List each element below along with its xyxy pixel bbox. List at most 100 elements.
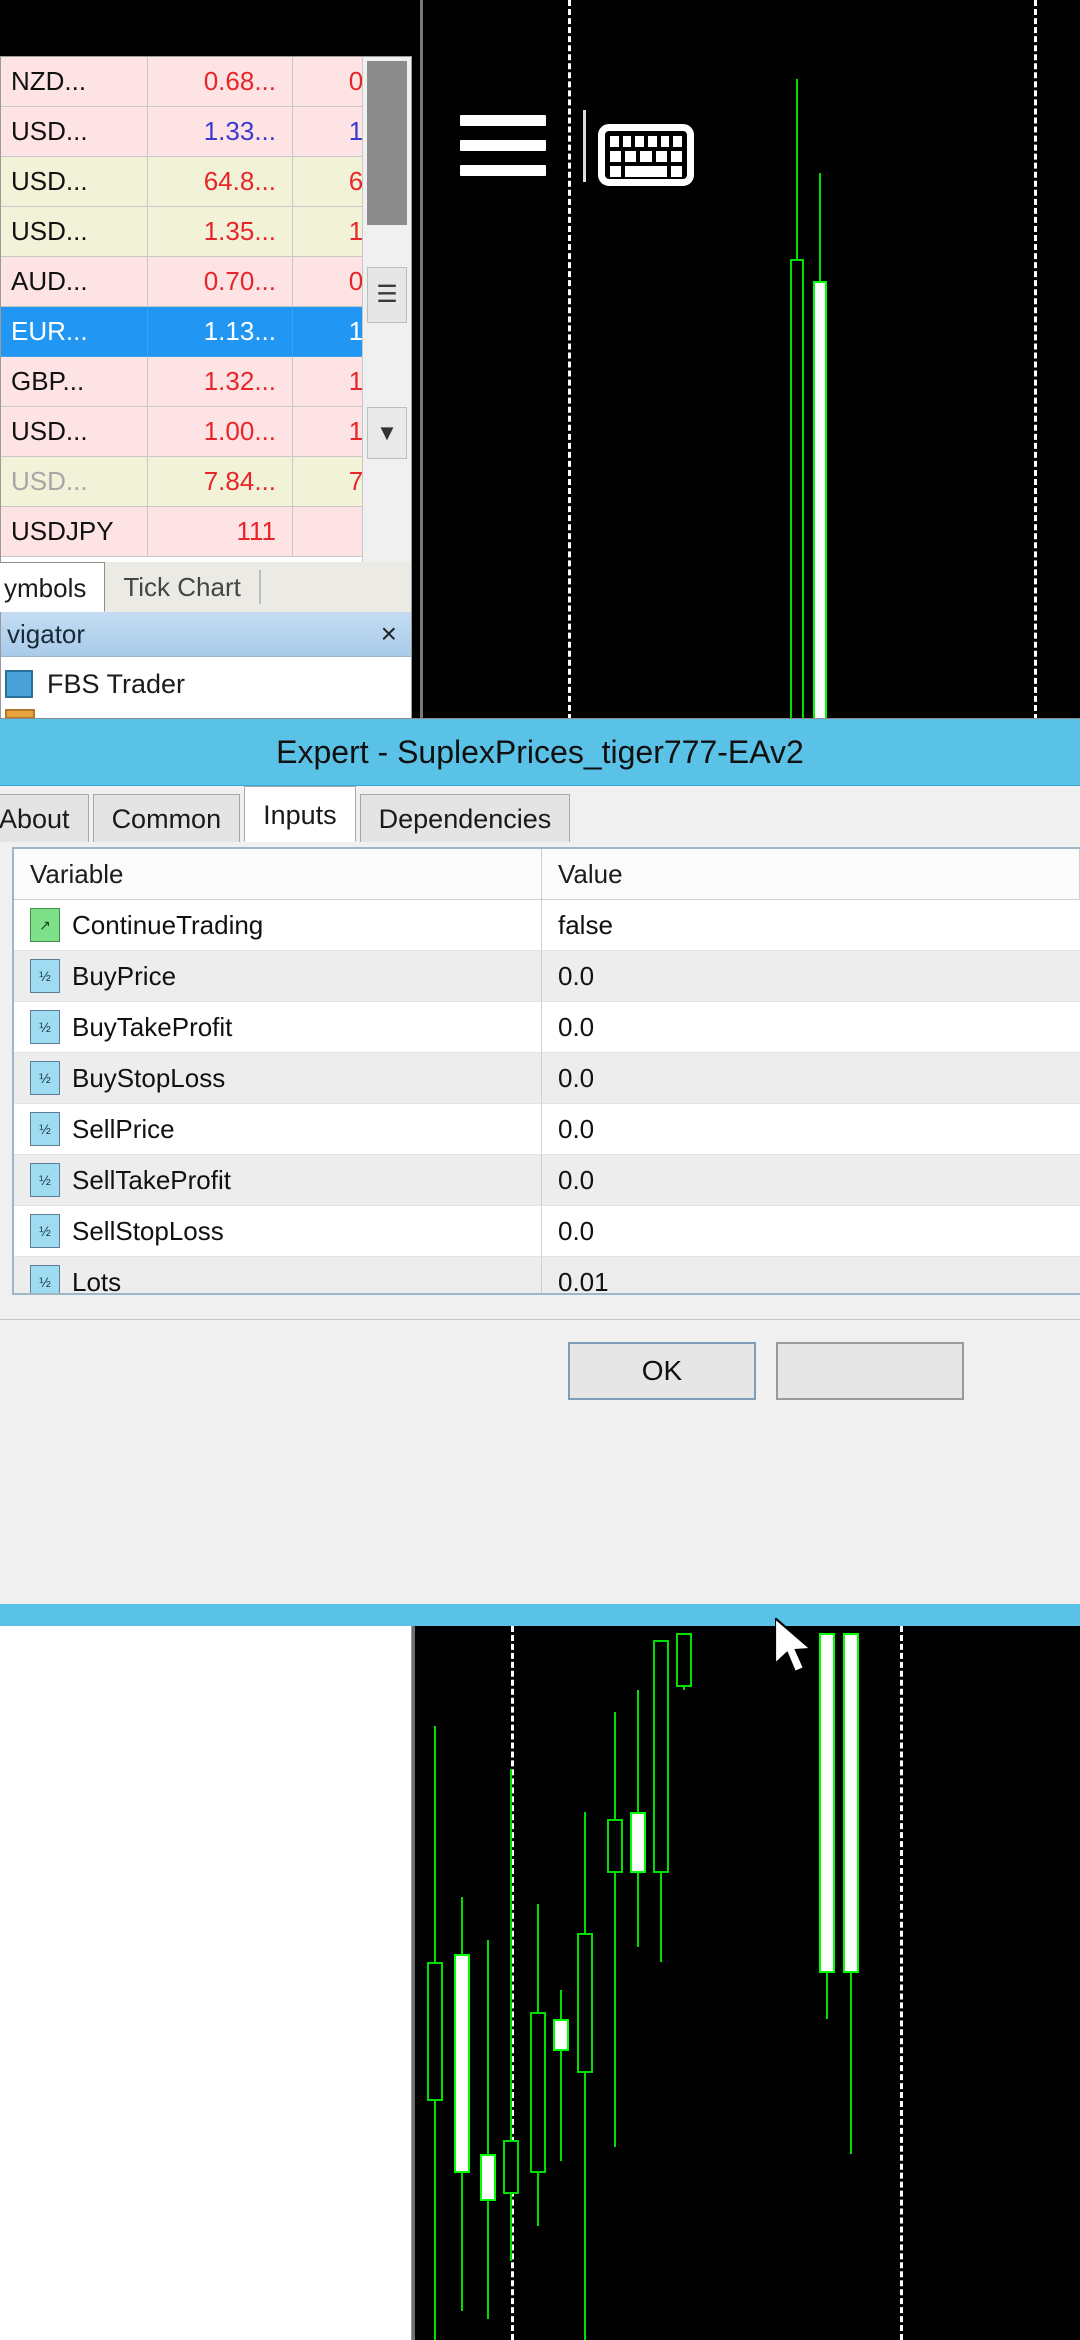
parameter-value-cell[interactable]: 0.0	[542, 1053, 1080, 1104]
table-row[interactable]: ½ Lots 0.01	[14, 1257, 1080, 1296]
navigator-panel[interactable]: vigator × FBS Trader	[0, 612, 412, 720]
candlestick	[577, 1626, 593, 2340]
candle-wick	[614, 1712, 616, 2148]
column-header-variable[interactable]: Variable	[14, 849, 542, 900]
parameter-name-cell: ½BuyPrice	[14, 951, 542, 1002]
parameter-value-cell[interactable]: 0.0	[542, 1104, 1080, 1155]
candlestick	[819, 1626, 835, 2340]
table-header-row: Variable Value	[14, 849, 1080, 900]
bottom-left-blank-panel	[0, 1626, 412, 2340]
chart-panel-bottom[interactable]	[412, 1626, 1080, 2340]
bid-cell: 7.84...	[148, 457, 293, 507]
candle-wick	[584, 1812, 586, 2340]
market-watch-row[interactable]: GBP...1.32...1.32...	[1, 357, 412, 407]
tab-tick-chart[interactable]: Tick Chart	[105, 562, 259, 612]
bid-cell: 111	[148, 507, 293, 557]
candlestick	[530, 1626, 546, 2340]
candlestick	[454, 1626, 470, 2340]
candle-body	[790, 259, 804, 724]
candle-body	[676, 1633, 692, 1687]
candlestick	[676, 1626, 692, 2340]
table-row[interactable]: ½SellStopLoss0.0	[14, 1206, 1080, 1257]
chevron-down-icon[interactable]: ▼	[367, 407, 407, 459]
tab-inputs[interactable]: Inputs	[244, 786, 356, 842]
symbol-cell: USD...	[1, 157, 148, 207]
parameter-name-cell: ↗ ContinueTrading	[14, 900, 542, 951]
candlestick	[480, 1626, 496, 2340]
candle-body	[454, 1954, 470, 2172]
candle-body	[607, 1819, 623, 1873]
market-watch-row[interactable]: NZD...0.68...0.68...	[1, 57, 412, 107]
bid-cell: 1.35...	[148, 207, 293, 257]
tab-separator	[259, 570, 261, 604]
market-watch-row[interactable]: EUR...1.13...1.13...	[1, 307, 412, 357]
parameter-name: SellPrice	[72, 1114, 175, 1145]
bottom-accent-bar	[0, 1604, 1080, 1626]
parameter-name-cell: ½SellTakeProfit	[14, 1155, 542, 1206]
candle-body	[530, 2012, 546, 2173]
candle-body	[480, 2154, 496, 2201]
inputs-parameter-box[interactable]: Variable Value ↗ContinueTradingfalse½Buy…	[12, 847, 1080, 1295]
market-watch-row[interactable]: USD...1.33...1.33...	[1, 107, 412, 157]
close-icon[interactable]: ×	[381, 618, 397, 650]
parameter-value-cell[interactable]: 0.0	[542, 1206, 1080, 1257]
parameter-value-cell[interactable]: 0.0	[542, 951, 1080, 1002]
market-watch-scrollbar[interactable]: ☰ ▼	[362, 57, 411, 567]
tab-symbols[interactable]: ymbols	[0, 562, 105, 612]
parameter-value-cell[interactable]: false	[542, 900, 1080, 951]
bid-cell: 1.00...	[148, 407, 293, 457]
candle-body	[813, 281, 827, 724]
ok-button[interactable]: OK	[568, 1342, 756, 1400]
navigator-item-label: FBS Trader	[47, 669, 185, 700]
market-watch-row[interactable]: USD...1.35...1.35...	[1, 207, 412, 257]
double-param-icon: ½	[30, 959, 60, 993]
market-watch-tabs[interactable]: ymbols Tick Chart	[0, 562, 412, 612]
market-watch-table: NZD...0.68...0.68...USD...1.33...1.33...…	[1, 57, 412, 557]
column-header-value[interactable]: Value	[542, 849, 1080, 900]
tab-common[interactable]: Common	[93, 794, 241, 842]
double-param-icon: ½	[30, 1163, 60, 1197]
parameter-name: ContinueTrading	[72, 910, 263, 941]
scrollbar-thumb[interactable]	[367, 61, 407, 225]
dialog-title-text: Expert - SuplexPrices_tiger777-EAv2	[276, 734, 804, 771]
chart-gridline	[900, 1626, 903, 2340]
market-watch-row[interactable]: USD...1.00...1.00...	[1, 407, 412, 457]
market-watch-panel[interactable]: NZD...0.68...0.68...USD...1.33...1.33...…	[0, 56, 412, 568]
candlestick	[503, 1626, 519, 2340]
table-row[interactable]: ½SellTakeProfit0.0	[14, 1155, 1080, 1206]
double-param-icon: ½	[30, 1010, 60, 1044]
dialog-tab-bar[interactable]: About Common Inputs Dependencies	[0, 786, 1080, 842]
candlestick	[653, 1626, 669, 2340]
navigator-item-fbs-trader[interactable]: FBS Trader	[1, 657, 411, 711]
double-param-icon: ½	[30, 1265, 60, 1295]
table-row[interactable]: ½ BuyTakeProfit 0.0	[14, 1002, 1080, 1053]
market-watch-row[interactable]: USD...7.84...7.84...	[1, 457, 412, 507]
symbol-cell: USDJPY	[1, 507, 148, 557]
market-watch-row[interactable]: USD...64.8...64.9...	[1, 157, 412, 207]
symbol-cell: EUR...	[1, 307, 148, 357]
market-watch-row[interactable]: USDJPY111111	[1, 507, 412, 557]
parameter-name: Lots	[72, 1267, 121, 1296]
table-row[interactable]: ↗ ContinueTrading false	[14, 900, 1080, 951]
bool-param-icon: ↗	[30, 908, 60, 942]
tab-dependencies[interactable]: Dependencies	[360, 794, 571, 842]
expert-properties-dialog[interactable]: Expert - SuplexPrices_tiger777-EAv2 Abou…	[0, 718, 1080, 1604]
double-param-icon: ½	[30, 1112, 60, 1146]
candle-body	[577, 1933, 593, 2073]
secondary-button[interactable]	[776, 1342, 964, 1400]
parameter-name-cell: ½ BuyTakeProfit	[14, 1002, 542, 1053]
parameter-value-cell[interactable]: 0.0	[542, 1155, 1080, 1206]
candlestick	[427, 1626, 443, 2340]
navigator-title-bar: vigator ×	[1, 612, 411, 657]
table-row[interactable]: ½BuyStopLoss0.0	[14, 1053, 1080, 1104]
candle-body	[653, 1640, 669, 1872]
tab-about[interactable]: About	[0, 794, 89, 842]
market-watch-row[interactable]: AUD...0.70...0.70...	[1, 257, 412, 307]
parameter-value-cell[interactable]: 0.01	[542, 1257, 1080, 1296]
scroll-grip-icon[interactable]: ☰	[367, 267, 407, 323]
table-row[interactable]: ½ SellPrice 0.0	[14, 1104, 1080, 1155]
chart-panel-top[interactable]	[420, 0, 1080, 720]
parameter-value-cell[interactable]: 0.0	[542, 1002, 1080, 1053]
parameter-name: BuyTakeProfit	[72, 1012, 232, 1043]
table-row[interactable]: ½BuyPrice0.0	[14, 951, 1080, 1002]
